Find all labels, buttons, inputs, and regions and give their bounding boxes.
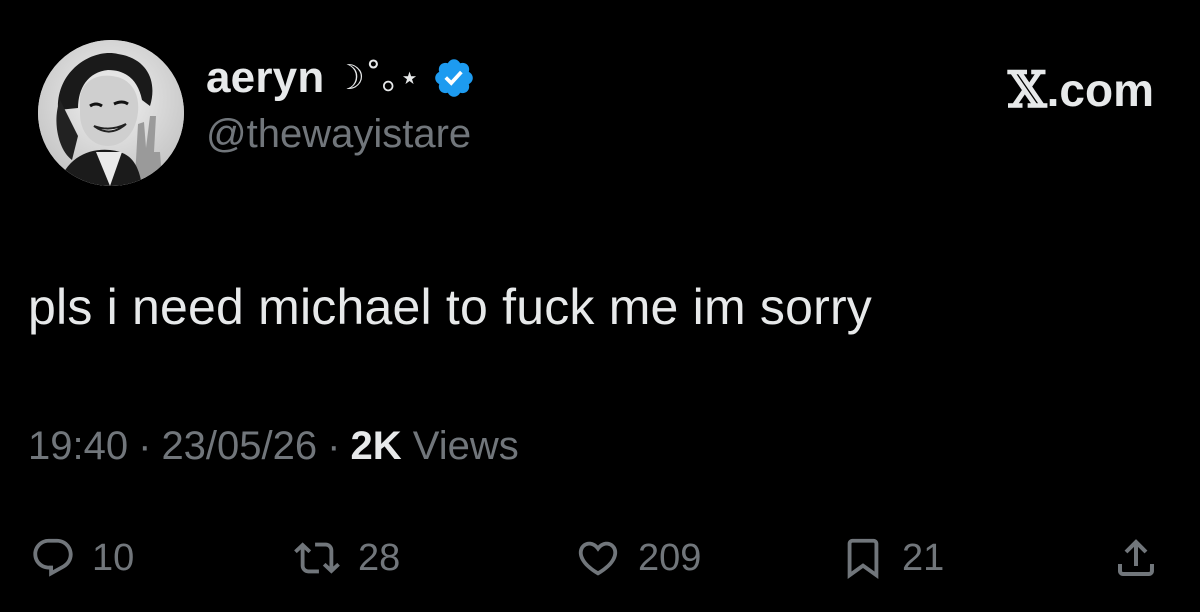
- avatar[interactable]: [38, 40, 184, 186]
- display-name-decoration: ☽˚｡⋆: [334, 57, 421, 98]
- share-icon: [1118, 539, 1154, 576]
- x-logo-icon: 𝕏: [1007, 60, 1047, 119]
- reply-count: 10: [92, 536, 135, 579]
- meta-separator: ·: [327, 424, 341, 468]
- like-count: 209: [638, 536, 702, 579]
- tweet-time[interactable]: 19:40: [28, 424, 128, 469]
- views-label: Views: [412, 424, 519, 468]
- action-bar: 10 28 209 21: [0, 528, 1200, 588]
- reply-icon: [33, 538, 73, 577]
- display-name[interactable]: aeryn: [206, 53, 324, 103]
- author-name-row[interactable]: aeryn ☽˚｡⋆: [206, 48, 476, 108]
- bookmark-count: 21: [902, 536, 945, 579]
- repost-count: 28: [358, 536, 401, 579]
- like-button[interactable]: 209: [574, 528, 701, 588]
- bookmark-icon: [847, 538, 879, 579]
- author-handle[interactable]: @thewayistare: [206, 112, 471, 157]
- bookmark-button[interactable]: 21: [840, 528, 944, 588]
- share-button[interactable]: [1112, 528, 1160, 588]
- repost-button[interactable]: 28: [292, 528, 400, 588]
- heart-icon: [578, 541, 618, 576]
- tweet-date[interactable]: 23/05/26: [161, 424, 317, 469]
- views-count: 2K: [350, 424, 402, 468]
- tweet-text: pls i need michael to fuck me im sorry: [28, 279, 873, 335]
- avatar-image: [38, 40, 184, 186]
- tweet-meta: 19:40 · 23/05/26 · 2K Views: [28, 424, 519, 469]
- brand-label: .com: [1046, 63, 1154, 116]
- verified-badge-icon: [435, 59, 473, 97]
- brand-watermark: 𝕏 .com: [1008, 60, 1154, 119]
- reply-button[interactable]: 10: [30, 528, 134, 588]
- tweet-card: aeryn ☽˚｡⋆ @thewayistare 𝕏 .com pls i ne…: [0, 0, 1200, 612]
- meta-separator: ·: [138, 424, 152, 468]
- repost-icon: [294, 542, 340, 574]
